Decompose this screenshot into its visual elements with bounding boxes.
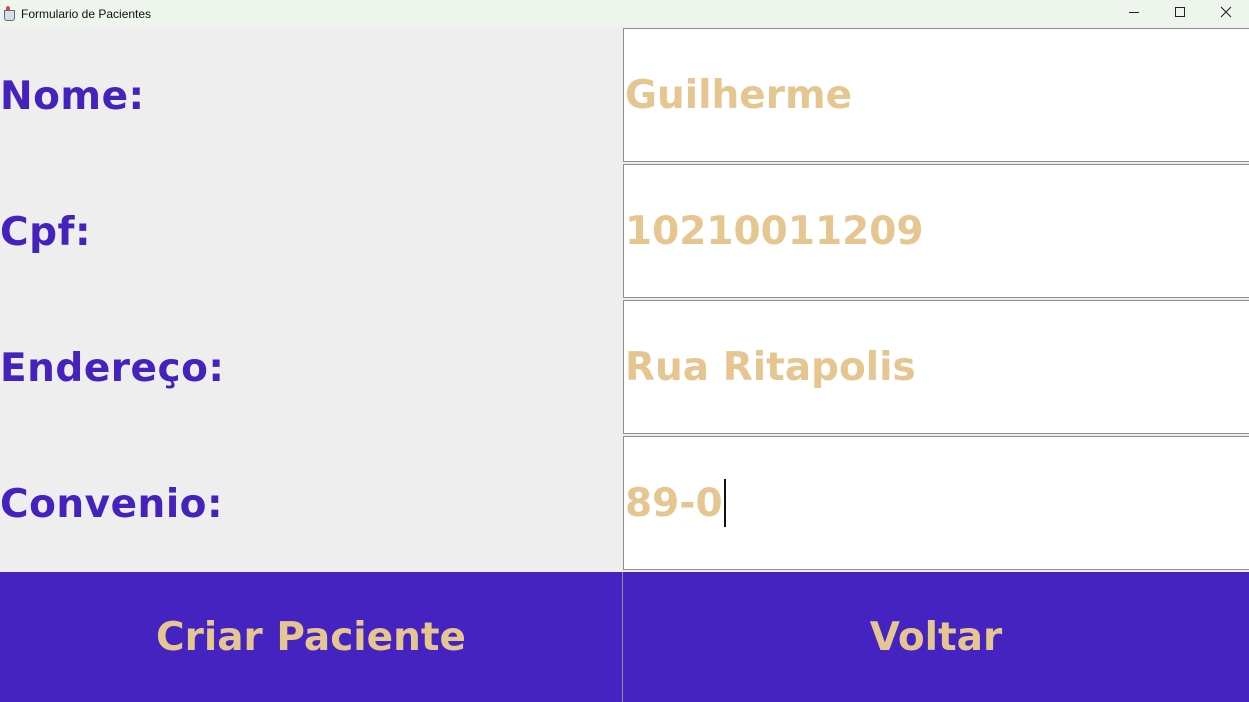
convenio-input-value: 89-0 — [625, 480, 723, 526]
convenio-input[interactable]: 89-0 — [623, 436, 1249, 570]
maximize-icon[interactable] — [1157, 0, 1203, 24]
text-caret — [723, 479, 726, 527]
window-controls — [1111, 0, 1249, 27]
close-icon[interactable] — [1203, 0, 1249, 24]
patient-form-window: Formulario de Pacientes Nome: Cpf: Ender… — [0, 0, 1249, 702]
convenio-label: Convenio: — [0, 481, 224, 527]
create-patient-button[interactable]: Criar Paciente — [0, 572, 623, 702]
endereco-input[interactable]: Rua Ritapolis — [623, 300, 1249, 434]
cpf-label: Cpf: — [0, 209, 92, 255]
title-bar: Formulario de Pacientes — [0, 0, 1249, 27]
minimize-icon[interactable] — [1111, 0, 1157, 24]
back-button[interactable]: Voltar — [623, 572, 1249, 702]
endereco-label: Endereço: — [0, 345, 225, 391]
window-title: Formulario de Pacientes — [21, 6, 152, 21]
cpf-input[interactable]: 10210011209 — [623, 164, 1249, 298]
nome-label: Nome: — [0, 73, 145, 119]
endereco-input-value: Rua Ritapolis — [625, 344, 916, 390]
java-app-icon — [1, 5, 17, 22]
nome-input[interactable]: Guilherme — [623, 28, 1249, 162]
nome-input-value: Guilherme — [625, 72, 853, 118]
cpf-input-value: 10210011209 — [625, 208, 924, 254]
